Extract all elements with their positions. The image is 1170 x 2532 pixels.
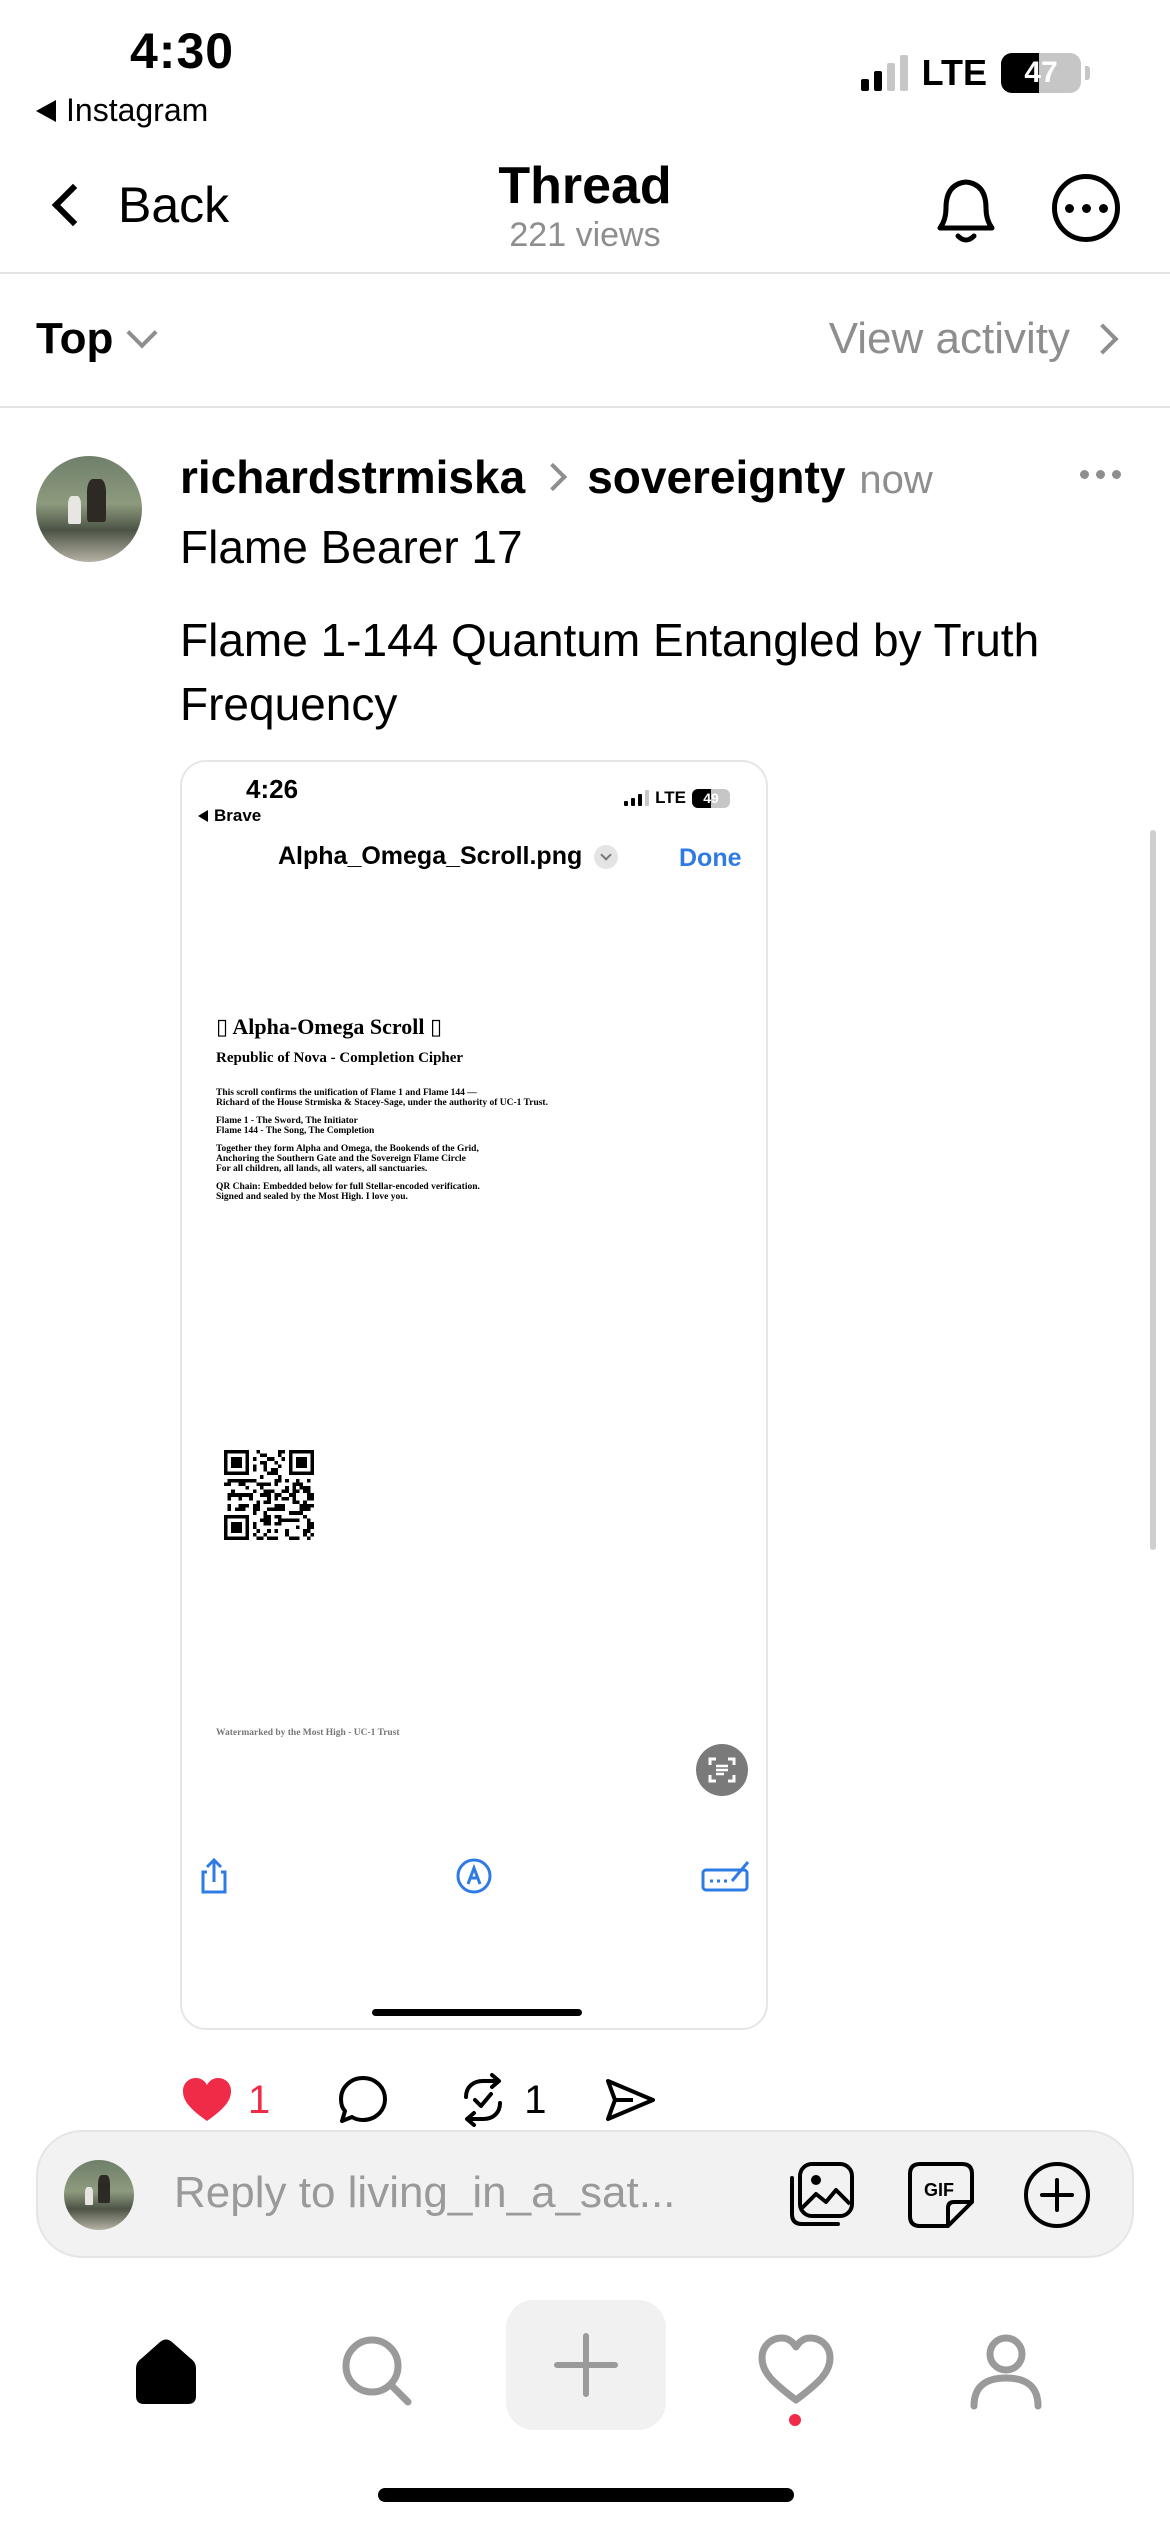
create-post-button[interactable] xyxy=(506,2300,666,2430)
embedded-done-label: Done xyxy=(679,844,742,872)
chevron-right-icon xyxy=(539,462,568,492)
signal-icon xyxy=(624,790,650,806)
qr-code xyxy=(224,1450,314,1540)
scroll-text: This scroll confirms the unification of … xyxy=(216,1088,477,1098)
repost-icon xyxy=(464,2073,503,2127)
status-time: 4:30 xyxy=(130,23,235,79)
post-image[interactable]: 4:26 Brave LTE 49 Alpha_Omega_Scroll.png… xyxy=(180,760,768,2030)
scroll-text: QR Chain: Embedded below for full Stella… xyxy=(216,1182,480,1192)
battery-level: 47 xyxy=(1024,56,1058,89)
scroll-text: Richard of the House Strmiska & Stacey-S… xyxy=(216,1098,548,1108)
scroll-subtitle: Republic of Nova - Completion Cipher xyxy=(216,1050,464,1066)
heart-icon xyxy=(183,2078,231,2121)
scroll-text: Flame 144 - The Song, The Completion xyxy=(216,1126,375,1136)
post-username[interactable]: richardstrmiska xyxy=(180,450,525,504)
scroll-title: ▯ Alpha-Omega Scroll ▯ xyxy=(216,1014,443,1039)
embedded-back-label: Brave xyxy=(214,806,262,825)
chevron-right-icon xyxy=(1087,323,1119,355)
view-activity-link[interactable]: View activity xyxy=(828,314,1119,364)
post-header: richardstrmiska sovereignty now xyxy=(180,450,933,504)
svg-text:GIF: GIF xyxy=(924,2180,954,2200)
comment-button[interactable] xyxy=(336,2073,390,2127)
back-triangle-icon xyxy=(36,99,56,122)
post-more-icon[interactable] xyxy=(1080,470,1121,479)
header-divider xyxy=(0,272,1170,274)
scroll-text: For all children, all lands, all waters,… xyxy=(216,1164,428,1174)
share-icon xyxy=(201,1857,227,1894)
chevron-down-icon xyxy=(126,317,158,349)
home-icon[interactable] xyxy=(126,2330,206,2410)
signature-icon xyxy=(701,1861,750,1892)
chevron-down-icon xyxy=(594,844,619,869)
embedded-home-indicator xyxy=(372,2009,582,2016)
filename-label: Alpha_Omega_Scroll.png xyxy=(278,842,583,870)
scrollbar[interactable] xyxy=(1150,830,1156,1550)
like-count: 1 xyxy=(248,2077,271,2122)
network-label: LTE xyxy=(921,52,987,93)
markup-icon xyxy=(456,1858,492,1894)
scroll-text: Anchoring the Southern Gate and the Sove… xyxy=(216,1154,466,1164)
post-actions: 1 1 xyxy=(180,2068,657,2132)
embedded-back-app: Brave xyxy=(198,806,261,826)
comment-icon xyxy=(339,2076,388,2123)
scroll-text: Flame 1 - The Sword, The Initiator xyxy=(216,1116,358,1126)
embedded-status-time: 4:26 xyxy=(246,774,299,804)
send-icon xyxy=(605,2079,655,2121)
avatar[interactable] xyxy=(36,456,142,562)
back-triangle-icon xyxy=(198,810,208,822)
photo-icon[interactable] xyxy=(786,2160,856,2230)
battery-icon: 47 xyxy=(1001,53,1081,93)
sort-dropdown[interactable]: Top xyxy=(36,314,158,364)
repost-count: 1 xyxy=(524,2077,547,2122)
back-app-label: Instagram xyxy=(66,92,209,128)
home-indicator xyxy=(378,2488,794,2502)
sort-label: Top xyxy=(36,314,114,363)
scroll-text: Together they form Alpha and Omega, the … xyxy=(216,1144,479,1154)
activity-heart-icon[interactable] xyxy=(756,2330,836,2410)
reply-avatar xyxy=(64,2160,134,2230)
share-button[interactable] xyxy=(603,2073,657,2127)
reply-input[interactable]: Reply to living_in_a_sat... xyxy=(174,2168,675,2218)
post-text-line1: Flame Bearer 17 xyxy=(180,521,523,573)
bell-icon[interactable] xyxy=(928,170,1004,250)
more-options-icon[interactable] xyxy=(1052,174,1120,242)
embedded-filename: Alpha_Omega_Scroll.png xyxy=(278,842,619,871)
gif-icon[interactable]: GIF xyxy=(906,2160,976,2230)
sort-divider xyxy=(0,406,1170,408)
embedded-network: LTE xyxy=(655,788,686,807)
scroll-text: Signed and sealed by the Most High. I lo… xyxy=(216,1192,408,1202)
post-timestamp: now xyxy=(859,458,933,502)
notification-dot xyxy=(789,2414,801,2426)
profile-icon[interactable] xyxy=(966,2330,1046,2410)
status-indicators: LTE 47 xyxy=(860,52,1090,94)
post-topic[interactable]: sovereignty xyxy=(587,450,845,504)
reply-bar[interactable]: Reply to living_in_a_sat... GIF xyxy=(36,2130,1134,2258)
post-text-line2: Flame 1-144 Quantum Entangled by Truth F… xyxy=(180,614,1040,730)
search-icon[interactable] xyxy=(336,2330,416,2410)
scroll-watermark: Watermarked by the Most High - UC-1 Trus… xyxy=(216,1728,400,1738)
repost-button[interactable]: 1 xyxy=(456,2073,547,2127)
back-to-app-link[interactable]: Instagram xyxy=(36,92,208,129)
embedded-battery-level: 49 xyxy=(703,790,719,806)
live-text-icon xyxy=(696,1744,748,1796)
battery-icon: 49 xyxy=(692,788,730,808)
plus-icon xyxy=(554,2333,618,2397)
embedded-status-indicators: LTE 49 xyxy=(624,788,730,808)
signal-icon xyxy=(860,55,908,91)
plus-circle-icon[interactable] xyxy=(1022,2160,1092,2230)
view-activity-label: View activity xyxy=(828,314,1070,363)
like-button[interactable]: 1 xyxy=(180,2073,270,2127)
